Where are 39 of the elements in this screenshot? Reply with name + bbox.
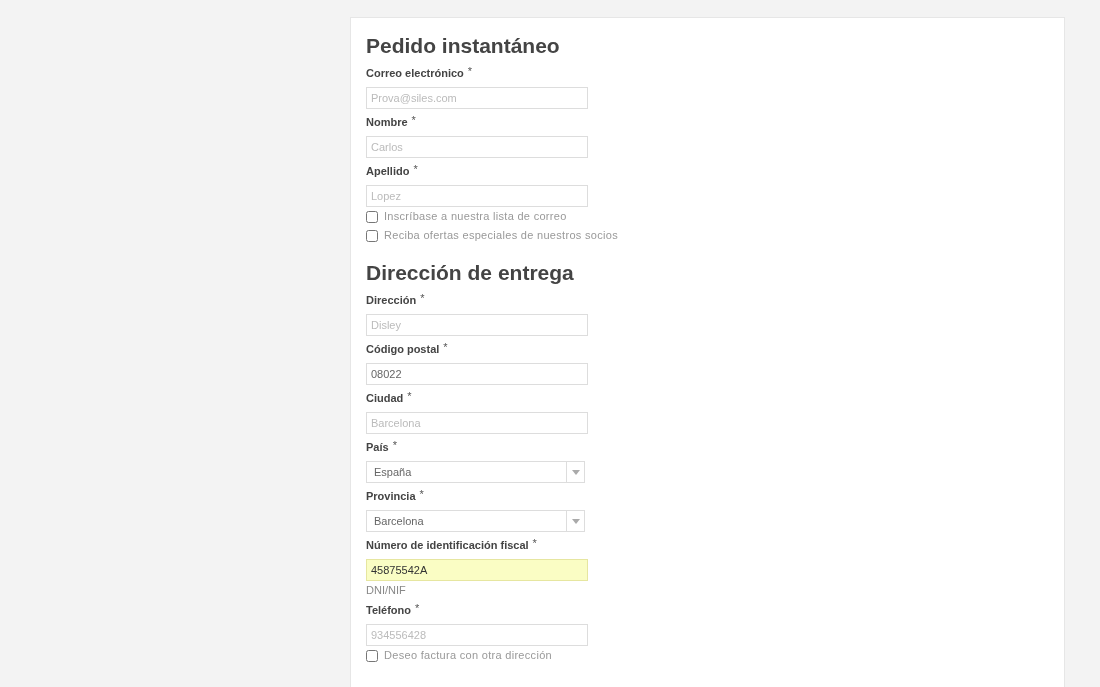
checkbox-label: Inscríbase a nuestra lista de correo <box>384 209 567 225</box>
required-mark: * <box>407 390 412 402</box>
required-mark: * <box>411 114 416 126</box>
input-field[interactable]: Barcelona <box>366 412 588 434</box>
input-field[interactable]: 934556428 <box>366 624 588 646</box>
select-field[interactable]: España <box>366 461 585 483</box>
field-label: Código postal <box>366 342 440 357</box>
section-title: Dirección de entrega <box>366 260 575 286</box>
field-label: Teléfono <box>366 603 411 618</box>
field-hint: DNI/NIF <box>366 583 407 597</box>
required-mark: * <box>413 163 418 175</box>
field-label: Provincia <box>366 489 416 504</box>
required-mark: * <box>467 65 473 77</box>
checkbox[interactable] <box>366 229 378 242</box>
field-label: Correo electrónico <box>366 66 464 81</box>
input-field[interactable]: 45875542A <box>366 559 588 581</box>
field-label: Apellido <box>366 164 410 179</box>
field-label: Número de identificación fiscal <box>366 538 529 553</box>
input-field[interactable]: Lopez <box>366 185 588 207</box>
field-label: Nombre <box>366 115 408 130</box>
field-label: País <box>366 440 389 455</box>
input-field[interactable]: Disley <box>366 314 588 336</box>
input-field[interactable]: 08022 <box>366 363 588 385</box>
select-field[interactable]: Barcelona <box>366 510 585 532</box>
required-mark: * <box>392 439 397 451</box>
checkbox[interactable] <box>366 210 378 223</box>
field-label: Dirección <box>366 293 417 308</box>
section-title: Pedido instantáneo <box>366 33 561 59</box>
checkbox-label: Deseo factura con otra dirección <box>384 648 552 664</box>
required-mark: * <box>443 341 448 353</box>
checkbox-label: Reciba ofertas especiales de nuestros socios <box>384 228 618 244</box>
field-label: Ciudad <box>366 391 404 406</box>
input-field[interactable]: Prova@siles.com <box>366 87 588 109</box>
required-mark: * <box>420 292 425 304</box>
required-mark: * <box>415 602 420 614</box>
required-mark: * <box>532 537 537 549</box>
input-field[interactable]: Carlos <box>366 136 588 158</box>
required-mark: * <box>419 488 424 500</box>
checkbox[interactable] <box>366 649 378 662</box>
